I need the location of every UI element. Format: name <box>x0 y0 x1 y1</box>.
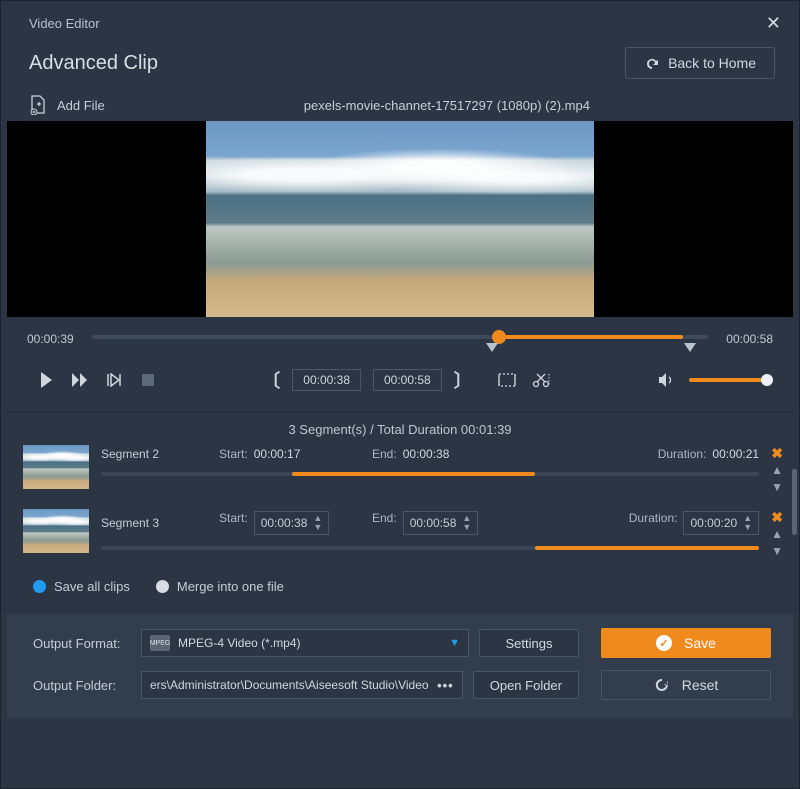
output-folder-label: Output Folder: <box>33 678 131 693</box>
back-to-home-button[interactable]: Back to Home <box>625 47 775 79</box>
preview-frame <box>206 121 594 317</box>
add-file-label: Add File <box>57 98 105 113</box>
bottom-panel: Output Format: MPEG MPEG-4 Video (*.mp4)… <box>7 614 793 718</box>
marker-in-icon[interactable] <box>486 343 498 352</box>
volume-icon[interactable] <box>655 369 677 391</box>
segments-list: Segment 2 Start:00:00:17 End:00:00:38 Du… <box>7 445 793 569</box>
close-icon[interactable]: ✕ <box>766 13 781 34</box>
set-in-bracket-icon[interactable]: 〔 <box>262 367 280 393</box>
marker-out-icon[interactable] <box>684 343 696 352</box>
time-value: 00:00:21 <box>712 447 759 461</box>
app-window: Video Editor ✕ Advanced Clip Back to Hom… <box>0 0 800 789</box>
output-format-label: Output Format: <box>33 636 131 651</box>
time-spinner[interactable]: 00:00:38▲▼ <box>254 511 330 535</box>
segment-row[interactable]: Segment 3 Start:00:00:38▲▼ End:00:00:58▲… <box>23 509 783 557</box>
save-all-radio[interactable]: Save all clips <box>33 579 130 594</box>
format-badge-icon: MPEG <box>150 635 170 651</box>
time-value: 00:00:38 <box>403 447 450 461</box>
app-title: Video Editor <box>29 16 100 31</box>
timeline: 00:00:39 00:00:58 <box>7 317 793 353</box>
time-total: 00:00:58 <box>718 332 773 346</box>
segment-track[interactable] <box>101 469 759 479</box>
refresh-icon <box>654 677 670 693</box>
next-frame-icon[interactable] <box>103 369 125 391</box>
move-down-icon[interactable]: ▼ <box>771 545 783 557</box>
time-current: 00:00:39 <box>27 332 82 346</box>
reset-label: Reset <box>682 677 719 693</box>
segment-body: Segment 3 Start:00:00:38▲▼ End:00:00:58▲… <box>101 509 759 553</box>
segment-actions: ✖ ▲ ▼ <box>771 509 783 557</box>
add-file-button[interactable]: Add File <box>29 95 105 115</box>
play-icon[interactable] <box>35 369 57 391</box>
chevron-down-icon: ▼ <box>449 637 460 649</box>
settings-button[interactable]: Settings <box>479 629 579 657</box>
output-folder-row: Output Folder: ers\Administrator\Documen… <box>33 670 579 700</box>
out-time-field[interactable]: 00:00:58 <box>373 369 442 391</box>
time-spinner[interactable]: 00:00:58▲▼ <box>403 511 479 535</box>
merge-label: Merge into one file <box>177 579 284 594</box>
in-time-field[interactable]: 00:00:38 <box>292 369 361 391</box>
time-spinner[interactable]: 00:00:20▲▼ <box>683 511 759 535</box>
segment-body: Segment 2 Start:00:00:17 End:00:00:38 Du… <box>101 445 759 479</box>
merge-radio[interactable]: Merge into one file <box>156 579 284 594</box>
seek-track[interactable] <box>92 327 708 351</box>
redo-icon <box>644 56 660 70</box>
back-label: Back to Home <box>668 55 756 71</box>
browse-icon[interactable]: ••• <box>437 678 454 693</box>
delete-segment-icon[interactable]: ✖ <box>771 447 783 459</box>
titlebar: Video Editor ✕ <box>1 1 799 45</box>
output-folder-value: ers\Administrator\Documents\Aiseesoft St… <box>150 678 431 692</box>
save-all-label: Save all clips <box>54 579 130 594</box>
crop-icon[interactable] <box>496 369 518 391</box>
page-title: Advanced Clip <box>29 52 158 75</box>
seek-track-fill <box>499 335 684 339</box>
current-filename: pexels-movie-channet-17517297 (1080p) (2… <box>119 98 775 113</box>
set-out-bracket-icon[interactable]: 〕 <box>454 367 472 393</box>
output-options: Save all clips Merge into one file <box>7 569 793 608</box>
output-format-value: MPEG-4 Video (*.mp4) <box>178 636 441 650</box>
scrollbar[interactable] <box>792 469 797 535</box>
output-folder-field[interactable]: ers\Administrator\Documents\Aiseesoft St… <box>141 671 463 699</box>
segment-row[interactable]: Segment 2 Start:00:00:17 End:00:00:38 Du… <box>23 445 783 493</box>
seek-thumb[interactable] <box>492 330 506 344</box>
header: Advanced Clip Back to Home <box>1 45 799 89</box>
move-up-icon[interactable]: ▲ <box>771 464 783 476</box>
radio-dot-icon <box>156 580 169 593</box>
open-folder-button[interactable]: Open Folder <box>473 671 579 699</box>
segment-name: Segment 2 <box>101 447 211 461</box>
save-button[interactable]: ✓ Save <box>601 628 771 658</box>
volume-slider[interactable] <box>689 373 771 387</box>
time-value: 00:00:17 <box>254 447 301 461</box>
fast-forward-icon[interactable] <box>69 369 91 391</box>
volume-thumb[interactable] <box>761 374 773 386</box>
move-down-icon[interactable]: ▼ <box>771 481 783 493</box>
reset-button[interactable]: Reset <box>601 670 771 700</box>
output-format-row: Output Format: MPEG MPEG-4 Video (*.mp4)… <box>33 628 579 658</box>
radio-dot-icon <box>33 580 46 593</box>
delete-segment-icon[interactable]: ✖ <box>771 511 783 523</box>
video-preview[interactable] <box>7 121 793 317</box>
save-label: Save <box>684 635 716 651</box>
segment-actions: ✖ ▲ ▼ <box>771 445 783 493</box>
filebar: Add File pexels-movie-channet-17517297 (… <box>1 89 799 121</box>
segment-name: Segment 3 <box>101 516 211 530</box>
output-format-select[interactable]: MPEG MPEG-4 Video (*.mp4) ▼ <box>141 629 469 657</box>
add-file-icon <box>29 95 47 115</box>
playback-controls: 〔 00:00:38 00:00:58 〕 <box>7 353 793 412</box>
segment-thumbnail[interactable] <box>23 509 89 553</box>
segment-thumbnail[interactable] <box>23 445 89 489</box>
check-circle-icon: ✓ <box>656 635 672 651</box>
move-up-icon[interactable]: ▲ <box>771 528 783 540</box>
cut-icon[interactable] <box>530 369 552 391</box>
segments-summary: 3 Segment(s) / Total Duration 00:01:39 <box>7 412 793 445</box>
segment-track[interactable] <box>101 543 759 553</box>
stop-icon[interactable] <box>137 369 159 391</box>
